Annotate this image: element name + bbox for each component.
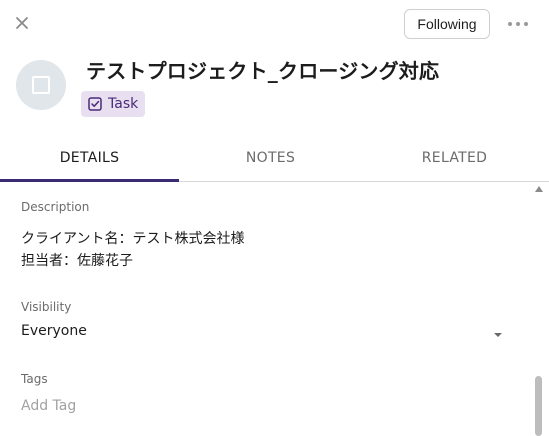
tags-label: Tags bbox=[21, 372, 48, 386]
scroll-up-arrow-icon[interactable] bbox=[535, 186, 543, 192]
tab-related[interactable]: RELATED bbox=[360, 135, 549, 181]
following-button[interactable]: Following bbox=[404, 9, 490, 39]
add-tag-input[interactable]: Add Tag bbox=[21, 398, 221, 418]
tab-notes[interactable]: NOTES bbox=[181, 135, 360, 181]
scrollbar[interactable] bbox=[532, 182, 544, 436]
chevron-down-icon[interactable] bbox=[494, 333, 502, 337]
visibility-select[interactable]: Everyone bbox=[21, 323, 501, 339]
scrollbar-thumb[interactable] bbox=[535, 376, 542, 436]
description-line: クライアント名：テスト株式会社様 bbox=[21, 231, 245, 247]
description-line: 担当者：佐藤花子 bbox=[21, 253, 133, 269]
tab-details[interactable]: DETAILS bbox=[0, 135, 179, 182]
description-label: Description bbox=[21, 200, 90, 214]
type-badge-label: Task bbox=[108, 96, 139, 112]
visibility-label: Visibility bbox=[21, 300, 72, 314]
close-icon[interactable] bbox=[14, 15, 30, 31]
checkbox-icon bbox=[88, 97, 102, 111]
page-title: テストプロジェクト_クロージング対応 bbox=[86, 59, 440, 83]
more-horizontal-icon[interactable] bbox=[508, 16, 528, 32]
more-dot bbox=[508, 22, 512, 26]
more-dot bbox=[524, 22, 528, 26]
avatar bbox=[16, 60, 66, 110]
tab-bar: DETAILS NOTES RELATED bbox=[0, 135, 549, 182]
type-badge: Task bbox=[81, 91, 146, 117]
more-dot bbox=[516, 22, 520, 26]
square-icon bbox=[32, 76, 50, 94]
